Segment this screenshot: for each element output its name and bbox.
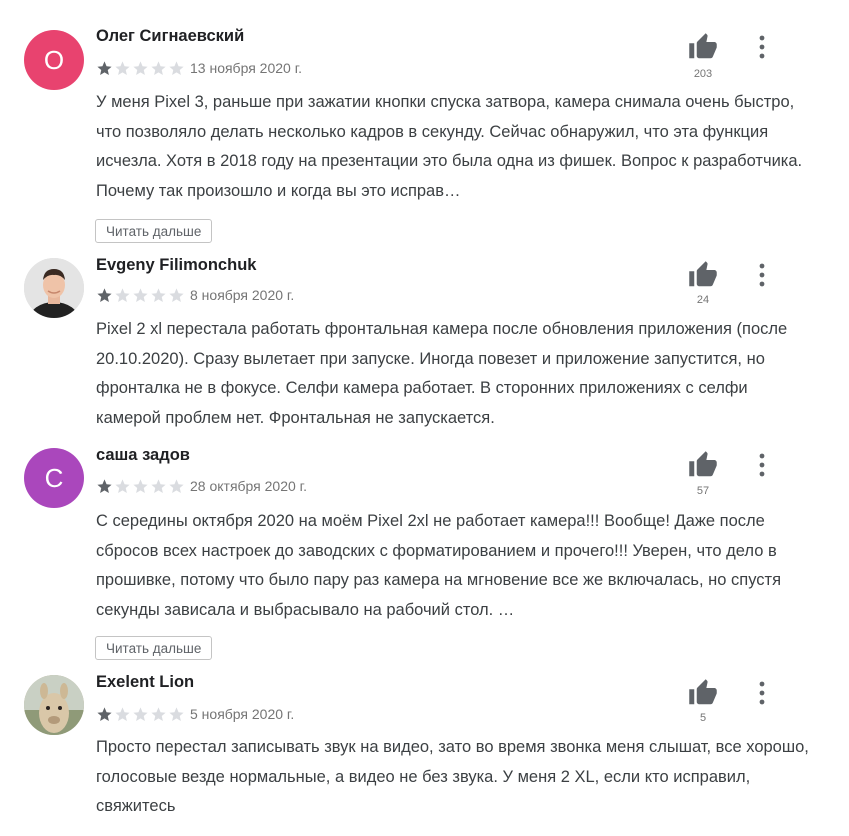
avatar: [24, 258, 84, 318]
star-empty-icon: [115, 287, 130, 302]
thumbs-up-icon[interactable]: [687, 450, 719, 480]
star-rating: [96, 287, 185, 304]
star-rating: [96, 478, 185, 495]
author-name: Exelent Lion: [96, 673, 195, 691]
more-options-icon[interactable]: [752, 452, 772, 478]
star-empty-icon: [169, 706, 184, 721]
star-empty-icon: [115, 478, 130, 493]
rating-row: 13 ноября 2020 г.: [96, 59, 302, 77]
author-name: саша задов: [96, 446, 190, 464]
thumbs-up-icon[interactable]: [687, 260, 719, 290]
star-empty-icon: [115, 60, 130, 75]
review-text: С середины октября 2020 на моём Pixel 2x…: [96, 512, 782, 619]
author-name: Evgeny Filimonchuk: [96, 256, 257, 274]
review-text: Просто перестал записывать звук на видео…: [96, 738, 809, 815]
more-options-icon[interactable]: [752, 680, 772, 706]
star-empty-icon: [133, 706, 148, 721]
review-text: Pixel 2 xl перестала работать фронтальна…: [96, 320, 788, 427]
more-options-icon[interactable]: [752, 34, 772, 60]
avatar: О: [24, 30, 84, 90]
review-card: Exelent Lion 5 ноября 2020 г. 5 Просто п…: [0, 670, 849, 836]
review-date: 8 ноября 2020 г.: [190, 287, 295, 303]
star-empty-icon: [133, 287, 148, 302]
star-empty-icon: [169, 287, 184, 302]
review-card: Evgeny Filimonchuk 8 ноября 2020 г. 24 P…: [0, 250, 849, 440]
star-empty-icon: [115, 706, 130, 721]
avatar-letter: О: [43, 44, 65, 75]
review-text: У меня Pixel 3, раньше при зажатии кнопк…: [96, 93, 803, 200]
star-empty-icon: [151, 60, 166, 75]
star-empty-icon: [151, 706, 166, 721]
star-empty-icon: [151, 287, 166, 302]
star-empty-icon: [133, 478, 148, 493]
avatar: С: [24, 448, 84, 508]
rating-row: 28 октября 2020 г.: [96, 477, 307, 495]
llama-photo-icon: [24, 675, 84, 735]
thumbs-up-icon[interactable]: [687, 32, 719, 62]
avatar-letter: С: [44, 462, 64, 493]
review-card: О Олег Сигнаевский 13 ноября 2020 г. 203…: [0, 0, 849, 250]
review-date: 5 ноября 2020 г.: [190, 706, 295, 722]
like-count: 24: [696, 294, 710, 306]
person-photo-icon: [24, 258, 84, 318]
review-date: 28 октября 2020 г.: [190, 478, 307, 494]
like-count: 57: [696, 485, 710, 497]
read-more-button[interactable]: Читать дальше: [95, 636, 213, 660]
star-filled-icon: [97, 706, 112, 721]
review-card: С саша задов 28 октября 2020 г. 57 С сер…: [0, 440, 849, 670]
star-empty-icon: [151, 478, 166, 493]
star-rating: [96, 60, 185, 77]
star-filled-icon: [97, 60, 112, 75]
more-options-icon[interactable]: [752, 262, 772, 288]
star-rating: [96, 706, 185, 723]
thumbs-up-icon[interactable]: [687, 678, 719, 708]
like-count: 203: [693, 68, 713, 80]
like-count: 5: [699, 712, 707, 724]
read-more-button[interactable]: Читать дальше: [95, 219, 213, 243]
star-empty-icon: [169, 478, 184, 493]
star-empty-icon: [169, 60, 184, 75]
star-filled-icon: [97, 478, 112, 493]
review-date: 13 ноября 2020 г.: [190, 60, 302, 76]
rating-row: 8 ноября 2020 г.: [96, 286, 294, 304]
rating-row: 5 ноября 2020 г.: [96, 705, 294, 723]
star-filled-icon: [97, 287, 112, 302]
reviews-list: О Олег Сигнаевский 13 ноября 2020 г. 203…: [0, 0, 849, 836]
author-name: Олег Сигнаевский: [96, 27, 245, 45]
avatar: [24, 675, 84, 735]
star-empty-icon: [133, 60, 148, 75]
